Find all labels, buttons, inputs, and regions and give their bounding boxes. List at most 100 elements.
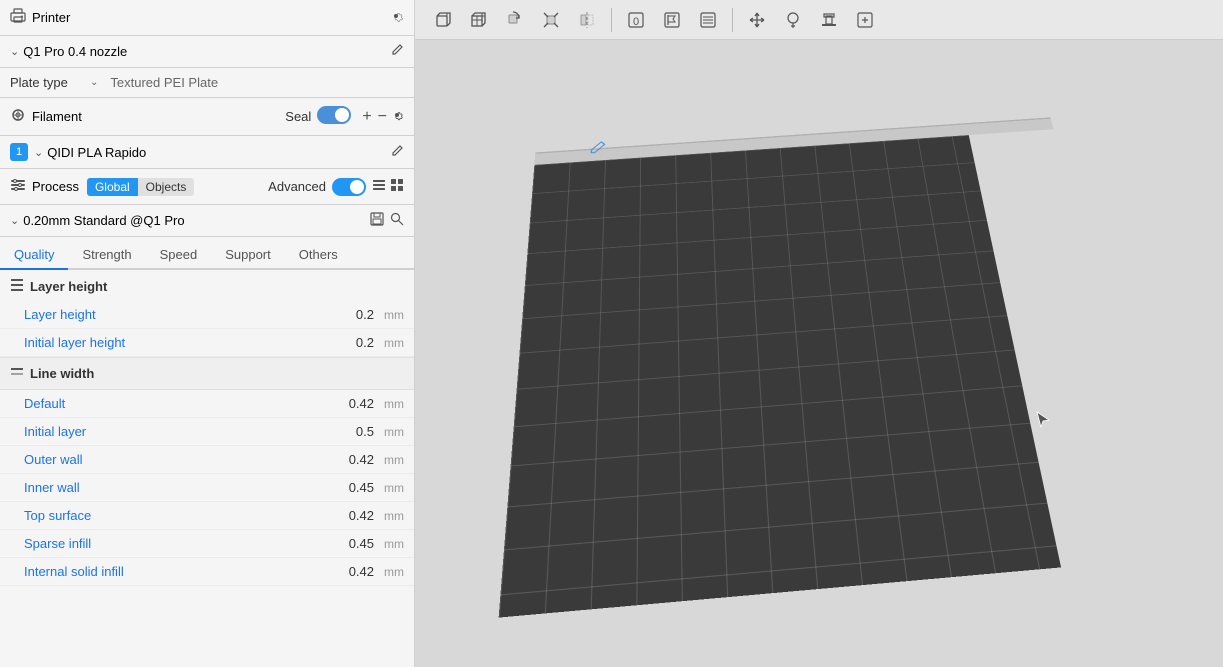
seal-label: Seal: [285, 109, 311, 124]
initial-layer-unit: mm: [374, 425, 404, 439]
internal-solid-infill-unit: mm: [374, 565, 404, 579]
add-filament-button[interactable]: +: [362, 108, 371, 126]
edit-icon[interactable]: [390, 43, 404, 60]
top-surface-unit: mm: [374, 509, 404, 523]
tab-others[interactable]: Others: [285, 241, 352, 268]
remove-filament-button[interactable]: −: [378, 108, 387, 126]
line-width-icon: [10, 365, 24, 382]
tab-quality[interactable]: Quality: [0, 241, 68, 268]
top-surface-value: 0.42: [294, 508, 374, 523]
tab-strength[interactable]: Strength: [68, 241, 145, 268]
outer-wall-row[interactable]: Outer wall 0.42 mm: [0, 446, 414, 474]
initial-layer-height-label: Initial layer height: [24, 335, 294, 350]
plate-type-row: Plate type ⌄ Textured PEI Plate: [0, 68, 414, 98]
printer-section-header: Printer: [0, 0, 414, 36]
default-label: Default: [24, 396, 294, 411]
svg-text:0: 0: [633, 16, 639, 28]
tab-support[interactable]: Support: [211, 241, 285, 268]
tab-objects[interactable]: Objects: [138, 178, 195, 196]
toolbar-move-btn[interactable]: [741, 4, 773, 36]
toolbar-number-btn[interactable]: 0: [620, 4, 652, 36]
seal-toggle[interactable]: [317, 106, 351, 127]
bed-container: [491, 129, 1196, 667]
advanced-label: Advanced: [268, 179, 326, 194]
initial-layer-line-width-row[interactable]: Initial layer 0.5 mm: [0, 418, 414, 446]
top-surface-row[interactable]: Top surface 0.42 mm: [0, 502, 414, 530]
layer-height-row[interactable]: Layer height 0.2 mm: [0, 301, 414, 329]
initial-layer-height-value: 0.2: [294, 335, 374, 350]
process-label: Process: [32, 179, 79, 194]
process-grid-icon[interactable]: [390, 178, 404, 195]
toolbar-rotate-btn[interactable]: [499, 4, 531, 36]
default-value: 0.42: [294, 396, 374, 411]
default-unit: mm: [374, 397, 404, 411]
layer-height-icon: [10, 278, 24, 295]
internal-solid-infill-row[interactable]: Internal solid infill 0.42 mm: [0, 558, 414, 586]
toolbar-scale-btn[interactable]: [535, 4, 567, 36]
save-profile-icon[interactable]: [370, 212, 384, 229]
initial-layer-value: 0.5: [294, 424, 374, 439]
inner-wall-value: 0.45: [294, 480, 374, 495]
inner-wall-unit: mm: [374, 481, 404, 495]
chevron-icon: ⌄: [10, 45, 19, 58]
printer-model-row[interactable]: ⌄ Q1 Pro 0.4 nozzle: [0, 36, 414, 68]
layer-height-field-label: Layer height: [24, 307, 294, 322]
sparse-infill-row[interactable]: Sparse infill 0.45 mm: [0, 530, 414, 558]
toolbar-separator-2: [732, 8, 733, 32]
bed-surface: [499, 135, 1061, 618]
layer-height-label: Layer height: [30, 279, 107, 294]
toolbar-layers-btn[interactable]: [692, 4, 724, 36]
inner-wall-label: Inner wall: [24, 480, 294, 495]
outer-wall-value: 0.42: [294, 452, 374, 467]
printer-settings-icon[interactable]: [388, 8, 404, 27]
process-icon: [10, 177, 26, 196]
sparse-infill-label: Sparse infill: [24, 536, 294, 551]
outer-wall-label: Outer wall: [24, 452, 294, 467]
filament-number-badge: 1: [10, 143, 28, 161]
layer-height-section-header: Layer height: [0, 270, 414, 301]
layer-height-value: 0.2: [294, 307, 374, 322]
printer-model-name: Q1 Pro 0.4 nozzle: [23, 44, 390, 59]
profile-row[interactable]: ⌄ 0.20mm Standard @Q1 Pro: [0, 205, 414, 237]
bed-viewport: [415, 40, 1223, 667]
internal-solid-infill-label: Internal solid infill: [24, 564, 294, 579]
top-surface-label: Top surface: [24, 508, 294, 523]
process-section-header: Process Global Objects Advanced: [0, 169, 414, 205]
toolbar-grid-btn[interactable]: [463, 4, 495, 36]
process-list-icon[interactable]: [372, 178, 386, 195]
tab-global[interactable]: Global: [87, 178, 138, 196]
toolbar-flag-btn[interactable]: [656, 4, 688, 36]
initial-layer-label: Initial layer: [24, 424, 294, 439]
line-width-section-header: Line width: [0, 357, 414, 390]
filament-chevron-icon: ⌄: [34, 146, 43, 159]
filament-name: QIDI PLA Rapido: [47, 145, 390, 160]
bed-grid: [499, 135, 1061, 618]
printer-label: Printer: [32, 10, 388, 25]
bed-edit-icon: [587, 139, 607, 159]
toolbar-mirror-btn[interactable]: [571, 4, 603, 36]
toolbar-seam-btn[interactable]: [849, 4, 881, 36]
layer-height-unit: mm: [374, 308, 404, 322]
advanced-toggle[interactable]: [332, 178, 366, 196]
filament-section-header: Filament Seal + −: [0, 98, 414, 136]
filament-settings-icon[interactable]: [390, 108, 404, 125]
search-profile-icon[interactable]: [390, 212, 404, 229]
initial-layer-height-row[interactable]: Initial layer height 0.2 mm: [0, 329, 414, 357]
printer-icon: [10, 8, 26, 27]
filament-label: Filament: [32, 109, 285, 124]
filament-edit-icon[interactable]: [390, 144, 404, 161]
filament-item-row[interactable]: 1 ⌄ QIDI PLA Rapido: [0, 136, 414, 169]
filament-icon: [10, 107, 26, 126]
sparse-infill-value: 0.45: [294, 536, 374, 551]
settings-content: Layer height Layer height 0.2 mm Initial…: [0, 270, 414, 667]
toolbar-paint-btn[interactable]: [777, 4, 809, 36]
tab-speed[interactable]: Speed: [146, 241, 212, 268]
initial-layer-height-unit: mm: [374, 336, 404, 350]
cursor: [1035, 410, 1051, 433]
left-panel: Printer ⌄ Q1 Pro 0.4 nozzle Plate type ⌄…: [0, 0, 415, 667]
profile-name: 0.20mm Standard @Q1 Pro: [23, 213, 370, 228]
toolbar-support-btn[interactable]: [813, 4, 845, 36]
inner-wall-row[interactable]: Inner wall 0.45 mm: [0, 474, 414, 502]
toolbar-cube-btn[interactable]: [427, 4, 459, 36]
default-line-width-row[interactable]: Default 0.42 mm: [0, 390, 414, 418]
